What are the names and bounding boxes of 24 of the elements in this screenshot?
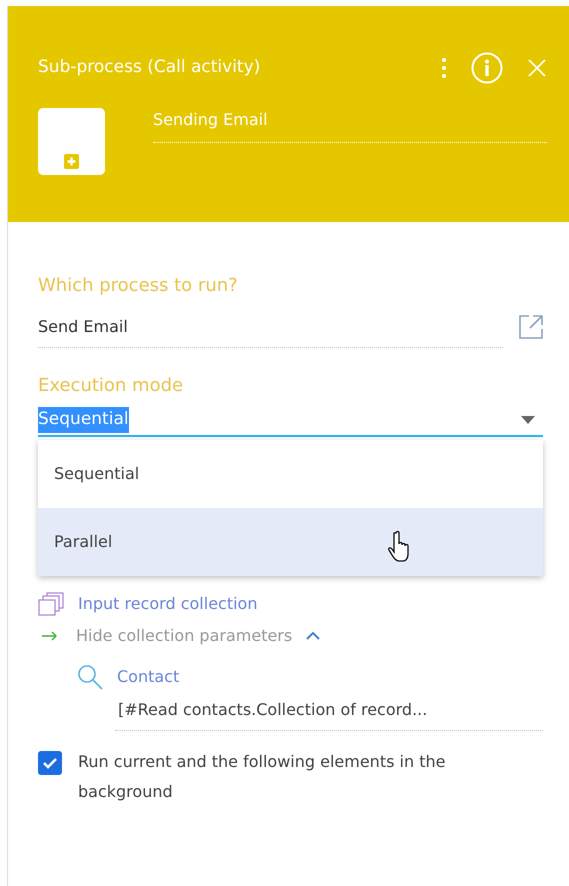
- arrow-right-icon: [42, 630, 58, 640]
- info-icon[interactable]: [471, 52, 503, 84]
- more-options-icon[interactable]: [441, 57, 447, 79]
- search-icon: [77, 664, 103, 690]
- checkbox[interactable]: [38, 750, 62, 774]
- selected-text: Sequential: [38, 407, 129, 432]
- dropdown-option[interactable]: Parallel: [38, 508, 543, 576]
- dropdown-caret-icon: [521, 416, 535, 424]
- stacked-pages-icon: [38, 592, 64, 616]
- element-image-placeholder[interactable]: [38, 108, 105, 175]
- field-label: Execution mode: [38, 374, 184, 398]
- open-link-icon[interactable]: [519, 315, 543, 339]
- field-label: Which process to run?: [38, 274, 239, 298]
- parameter-link[interactable]: Contact: [117, 664, 180, 688]
- collection-link[interactable]: Input record collection: [78, 592, 258, 616]
- execution-mode-select[interactable]: Sequential: [38, 407, 543, 436]
- dropdown-option[interactable]: Sequential: [38, 440, 543, 508]
- close-icon[interactable]: [527, 58, 547, 78]
- collection-toggle[interactable]: Hide collection parameters: [76, 624, 320, 648]
- add-image-icon[interactable]: [64, 154, 79, 169]
- process-field[interactable]: Send Email: [38, 315, 503, 348]
- panel-title: Sub-process (Call activity): [38, 56, 262, 80]
- checkbox-label: Run current and the following elements in the background: [78, 750, 446, 803]
- parameter-field[interactable]: [#Read contacts.Collection of record...: [115, 698, 543, 730]
